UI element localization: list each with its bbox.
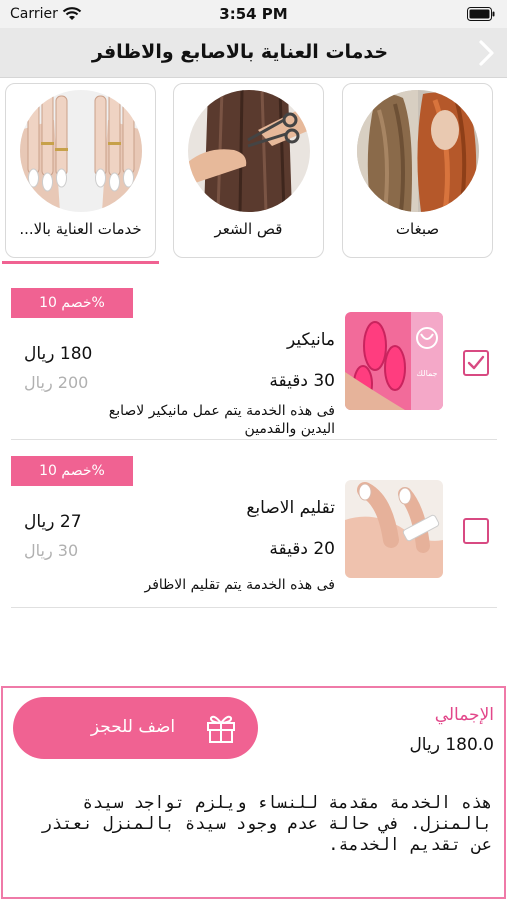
clock: 3:54 PM <box>219 5 288 23</box>
navigation-bar: خدمات العناية بالاصابع والاظافر <box>0 28 507 78</box>
total-label: الإجمالي <box>434 705 494 725</box>
battery-icon <box>467 7 495 21</box>
checkmark-icon <box>467 355 485 370</box>
manicure-photo: جمالك <box>345 312 443 410</box>
add-to-booking-button[interactable]: اضف للحجز <box>13 697 258 759</box>
service-description: فى هذه الخدمة يتم عمل مانيكير لاصابع الي… <box>108 403 335 437</box>
thumb-logo-text: جمالك <box>416 369 437 378</box>
total-value: 180.0 ريال <box>409 735 494 755</box>
category-card-hair-cut[interactable]: قص الشعر <box>173 83 324 258</box>
service-checkbox[interactable] <box>463 350 489 376</box>
divider <box>11 607 497 608</box>
category-card-hair-color[interactable]: صبغات <box>342 83 493 258</box>
status-bar: Carrier 3:54 PM <box>0 0 507 28</box>
category-list: صبغات قص الشعر خدمات العناية بالا... <box>0 78 507 264</box>
category-label: قص الشعر <box>214 220 283 238</box>
service-price: 27 ريال <box>24 512 82 532</box>
service-duration: 20 دقيقة <box>269 539 335 559</box>
category-label: خدمات العناية بالا... <box>19 220 142 238</box>
booking-footer: اضف للحجز الإجمالي 180.0 ريال هذه الخدمة… <box>1 686 506 899</box>
service-old-price: 30 ريال <box>24 541 79 560</box>
selected-category-indicator <box>2 261 159 264</box>
service-old-price: 200 ريال <box>24 373 89 392</box>
service-checkbox[interactable] <box>463 518 489 544</box>
service-duration: 30 دقيقة <box>269 371 335 391</box>
service-item-manicure: خصم 10% 180 ريال 200 ريال مانيكير 30 دقي… <box>0 282 507 442</box>
category-label: صبغات <box>395 220 440 238</box>
add-to-booking-label: اضف للحجز <box>90 717 176 737</box>
hair-cut-photo <box>188 90 310 212</box>
divider <box>11 439 497 440</box>
service-price: 180 ريال <box>24 344 93 364</box>
service-name: تقليم الاصابع <box>246 498 335 518</box>
service-item-nail-trim: خصم 10% 27 ريال 30 ريال تقليم الاصابع 20… <box>0 450 507 610</box>
back-chevron-icon[interactable] <box>472 39 500 67</box>
page-title: خدمات العناية بالاصابع والاظافر <box>91 41 389 63</box>
service-name: مانيكير <box>286 330 335 350</box>
nail-trim-photo <box>345 480 443 578</box>
service-notice: هذه الخدمة مقدمة للنساء ويلزم تواجد سيدة… <box>41 793 492 855</box>
nails-photo <box>20 90 142 212</box>
category-card-nail-care[interactable]: خدمات العناية بالا... <box>5 83 156 258</box>
hair-color-photo <box>357 90 479 212</box>
discount-badge: خصم 10% <box>11 456 133 486</box>
discount-badge: خصم 10% <box>11 288 133 318</box>
service-description: فى هذه الخدمة يتم تقليم الاظافر <box>144 577 335 593</box>
gift-icon <box>207 715 235 743</box>
